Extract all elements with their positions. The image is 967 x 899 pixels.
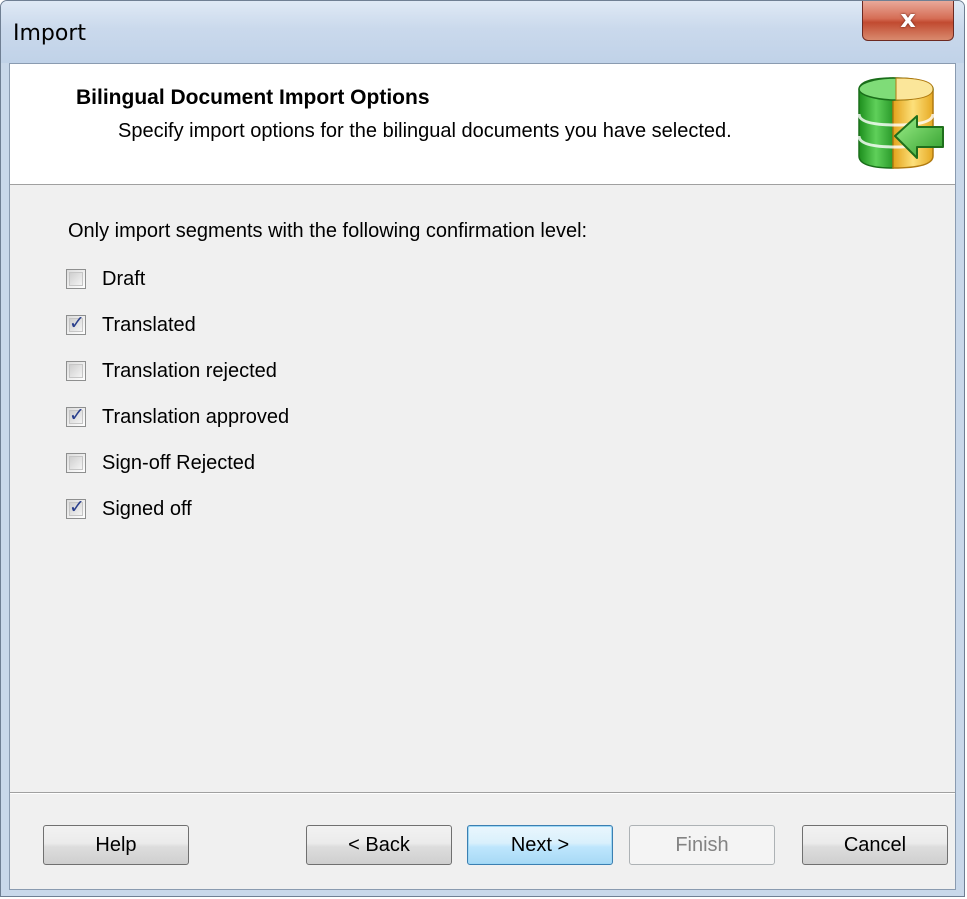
wizard-header: Bilingual Document Import Options Specif… [10, 64, 955, 185]
checkbox-unchecked[interactable] [66, 361, 86, 381]
confirmation-option[interactable]: ✓ Signed off [66, 495, 192, 523]
checkbox-unchecked[interactable] [66, 453, 86, 473]
next-button[interactable]: Next > [467, 825, 613, 865]
confirmation-option-label: Translation approved [102, 405, 290, 428]
confirmation-option-label: Translated [102, 313, 196, 336]
confirmation-option[interactable]: ✓ Translated [66, 311, 196, 339]
back-button[interactable]: < Back [306, 825, 452, 865]
checkbox-checked[interactable]: ✓ [66, 404, 86, 427]
confirmation-option-label: Draft [102, 267, 146, 290]
checkmark-icon: ✓ [69, 312, 85, 334]
page-title: Bilingual Document Import Options [76, 86, 430, 109]
confirmation-option[interactable]: Draft [66, 265, 145, 293]
confirmation-option-label: Translation rejected [102, 359, 277, 382]
finish-button[interactable]: Finish [629, 825, 775, 865]
confirmation-level-prompt: Only import segments with the following … [68, 220, 588, 242]
confirmation-option[interactable]: Sign-off Rejected [66, 449, 255, 477]
checkmark-icon: ✓ [69, 496, 85, 518]
confirmation-option-label: Signed off [102, 497, 192, 520]
checkbox-checked[interactable]: ✓ [66, 312, 86, 335]
checkbox-checked[interactable]: ✓ [66, 496, 86, 519]
window-title: Import [13, 21, 87, 46]
close-button[interactable]: x [862, 1, 954, 41]
footer-divider [10, 792, 955, 794]
close-icon: x [900, 5, 916, 33]
import-dialog: Import x Bilingual Document Import Optio… [0, 0, 965, 897]
database-import-icon [857, 77, 944, 169]
page-subtitle: Specify import options for the bilingual… [118, 120, 732, 142]
confirmation-option-label: Sign-off Rejected [102, 451, 256, 474]
checkbox-unchecked[interactable] [66, 269, 86, 289]
help-button[interactable]: Help [43, 825, 189, 865]
confirmation-option[interactable]: Translation rejected [66, 357, 277, 385]
title-bar[interactable]: Import x [1, 1, 964, 63]
confirmation-option[interactable]: ✓ Translation approved [66, 403, 289, 431]
dialog-body: Bilingual Document Import Options Specif… [9, 63, 956, 890]
cancel-button[interactable]: Cancel [802, 825, 948, 865]
checkmark-icon: ✓ [69, 404, 85, 426]
